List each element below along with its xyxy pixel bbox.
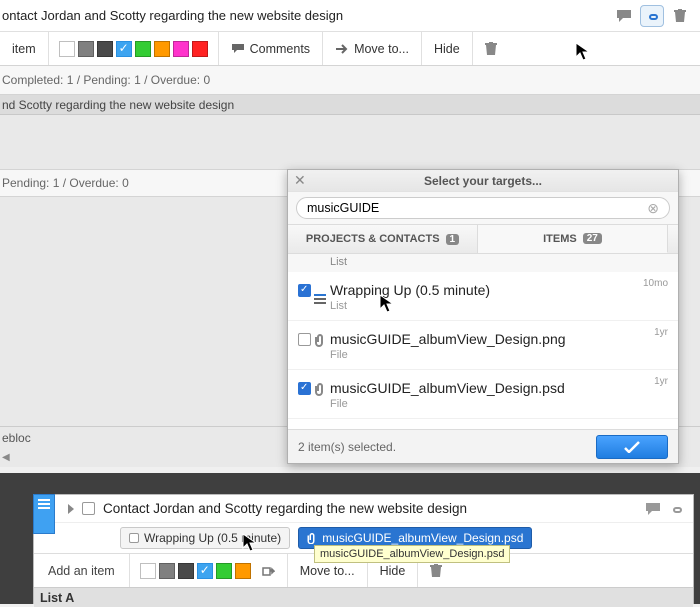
confirm-button[interactable] <box>596 435 668 459</box>
move-to-button[interactable]: Move to... <box>323 32 422 65</box>
task-title: ontact Jordan and Scotty regarding the n… <box>0 8 612 23</box>
group-header-list: List <box>288 254 678 272</box>
top-panel: ontact Jordan and Scotty regarding the n… <box>0 0 700 95</box>
swatch-darkgray[interactable] <box>97 41 113 57</box>
blank-band <box>0 115 700 169</box>
swatch-white[interactable] <box>59 41 75 57</box>
partial-title-band: nd Scotty regarding the new website desi… <box>0 95 700 115</box>
tooltip: musicGUIDE_albumView_Design.psd <box>314 545 510 563</box>
bottom-panel: Contact Jordan and Scotty regarding the … <box>0 473 700 604</box>
comments-button[interactable]: Comments <box>219 32 323 65</box>
target-item[interactable]: Wrapping Up (0.5 minute) List 10mo <box>288 272 678 321</box>
add-item-button[interactable]: Add an item <box>34 564 129 578</box>
comments-icon[interactable] <box>645 502 661 516</box>
popup-title: Select your targets... <box>288 174 678 188</box>
popup-search-row: ⊗ <box>288 192 678 224</box>
popup-list[interactable]: Wrapping Up (0.5 minute) List 10mo music… <box>288 272 678 429</box>
item-label[interactable]: item <box>0 32 49 65</box>
target-item[interactable]: musicGUIDE_albumView_Design.psd File 1yr <box>288 370 678 419</box>
swatch-blue-selected[interactable] <box>197 563 213 579</box>
task-card-title: Contact Jordan and Scotty regarding the … <box>103 501 637 516</box>
swatch-green[interactable] <box>216 563 232 579</box>
popup-titlebar: ✕ Select your targets... <box>288 170 678 192</box>
comments-icon-button[interactable] <box>612 5 636 27</box>
swatch-darkgray[interactable] <box>178 563 194 579</box>
toolbar: item Comments Move to... Hide <box>0 32 700 66</box>
target-item[interactable]: musicGUIDE_albumView_Design.png File 1yr <box>288 321 678 370</box>
trash-icon-button[interactable] <box>668 5 692 27</box>
swatch-gray[interactable] <box>159 563 175 579</box>
attachment-icon <box>314 382 326 399</box>
swatch-pink[interactable] <box>173 41 189 57</box>
chip-checkbox[interactable] <box>129 533 139 543</box>
status-bar-1: Completed: 1 / Pending: 1 / Overdue: 0 <box>0 66 700 94</box>
popup-tabs: PROJECTS & CONTACTS1 ITEMS27 <box>288 224 678 254</box>
swatch-gray[interactable] <box>78 41 94 57</box>
link-icon-button[interactable] <box>640 5 664 27</box>
attachment-icon <box>307 532 317 544</box>
popup-footer: 2 item(s) selected. <box>288 429 678 463</box>
item-title: musicGUIDE_albumView_Design.png <box>330 331 666 347</box>
selection-count: 2 item(s) selected. <box>298 440 596 454</box>
swatch-green[interactable] <box>135 41 151 57</box>
search-input[interactable] <box>307 201 647 215</box>
card-export-icon[interactable] <box>261 554 287 587</box>
item-age: 1yr <box>654 376 668 387</box>
task-checkbox[interactable] <box>82 502 95 515</box>
search-box[interactable]: ⊗ <box>296 197 670 219</box>
swatch-orange[interactable] <box>154 41 170 57</box>
item-checkbox[interactable] <box>298 382 311 395</box>
link-icon[interactable] <box>669 502 683 516</box>
tab-projects-contacts[interactable]: PROJECTS & CONTACTS1 <box>288 225 478 253</box>
color-swatches <box>49 32 219 65</box>
item-subtype: File <box>330 398 666 410</box>
disclosure-triangle[interactable] <box>68 504 74 514</box>
linked-chips-row: Wrapping Up (0.5 minute) musicGUIDE_albu… <box>34 523 693 553</box>
swatch-red[interactable] <box>192 41 208 57</box>
targets-popup: ✕ Select your targets... ⊗ PROJECTS & CO… <box>287 169 679 464</box>
chip-list[interactable]: Wrapping Up (0.5 minute) <box>120 527 290 549</box>
item-subtype: File <box>330 349 666 361</box>
task-card-header: Contact Jordan and Scotty regarding the … <box>34 495 693 523</box>
trash-button[interactable] <box>473 32 509 65</box>
scroll-left-caret[interactable]: ◀ <box>2 452 10 463</box>
swatch-orange[interactable] <box>235 563 251 579</box>
swatch-white[interactable] <box>140 563 156 579</box>
item-checkbox[interactable] <box>298 284 311 297</box>
swatch-blue-selected[interactable] <box>116 41 132 57</box>
item-title: Wrapping Up (0.5 minute) <box>330 282 666 298</box>
hide-button[interactable]: Hide <box>422 32 473 65</box>
list-icon <box>314 284 326 306</box>
drag-handle[interactable] <box>33 494 55 534</box>
title-row: ontact Jordan and Scotty regarding the n… <box>0 0 700 32</box>
item-subtype: List <box>330 300 666 312</box>
item-age: 1yr <box>654 327 668 338</box>
list-a-header[interactable]: List A <box>34 587 693 607</box>
item-checkbox[interactable] <box>298 333 311 346</box>
popup-close-button[interactable]: ✕ <box>294 173 306 187</box>
search-clear-icon[interactable]: ⊗ <box>647 200 659 217</box>
item-title: musicGUIDE_albumView_Design.psd <box>330 380 666 396</box>
item-age: 10mo <box>643 278 668 289</box>
tab-items[interactable]: ITEMS27 <box>478 225 668 253</box>
task-card: Contact Jordan and Scotty regarding the … <box>33 494 694 604</box>
attachment-icon <box>314 333 326 350</box>
